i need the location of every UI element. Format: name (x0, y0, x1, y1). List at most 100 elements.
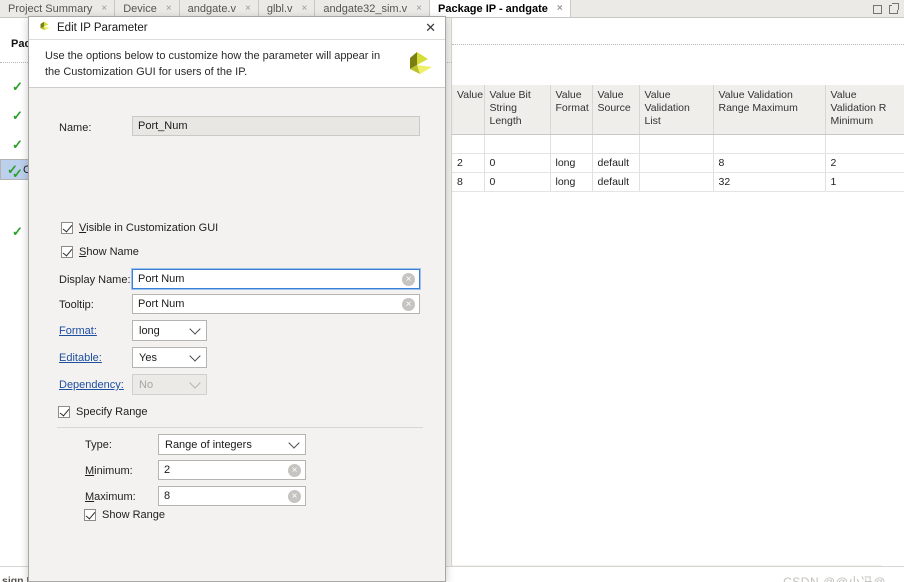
format-label-row[interactable]: Format: (59, 321, 97, 341)
checkbox-checked-icon[interactable] (58, 406, 70, 418)
editable-label-row[interactable]: Editable: (59, 348, 102, 368)
cell: default (592, 153, 640, 174)
cell (484, 134, 551, 155)
col-value-bit-string-length[interactable]: Value Bit String Length (484, 85, 551, 136)
tooltip-input[interactable]: Port Num × (132, 294, 420, 314)
cell: 32 (713, 172, 826, 193)
col-value-validation-list[interactable]: Value Validation List (639, 85, 714, 136)
table-header-row: Value Value Bit String Length Value Form… (452, 85, 904, 136)
format-value: long (139, 324, 160, 337)
tab-close-icon[interactable]: × (557, 3, 563, 14)
tab-close-icon[interactable]: × (101, 3, 107, 14)
cell (639, 172, 714, 193)
edit-ip-parameter-dialog: Edit IP Parameter ✕ Use the options belo… (28, 16, 446, 582)
table-row[interactable] (452, 134, 904, 155)
cell: 0 (484, 172, 551, 193)
float-window-icon[interactable] (889, 2, 899, 14)
cell: 8 (452, 172, 485, 193)
clear-icon[interactable]: × (288, 490, 301, 503)
dependency-label[interactable]: Dependency: (59, 379, 124, 391)
visible-in-gui-label: Visible in Customization GUI (79, 222, 219, 234)
checkbox-checked-icon[interactable] (84, 509, 96, 521)
parameters-table[interactable]: Value Value Bit String Length Value Form… (452, 85, 904, 193)
minimum-label: Minimum: (85, 465, 133, 477)
tab-label: Device (123, 2, 157, 15)
tooltip-value: Port Num (138, 298, 185, 310)
tab-label: andgate.v (187, 2, 236, 15)
chevron-down-icon[interactable] (189, 323, 201, 335)
dependency-label-row[interactable]: Dependency: (59, 375, 124, 395)
show-name-label-rest: how Name (86, 246, 139, 258)
tab-andgate-v[interactable]: andgate.v × (179, 0, 259, 17)
check-icon: ✓ (12, 78, 23, 94)
tab-package-ip-andgate[interactable]: Package IP - andgate × (430, 0, 571, 17)
show-range-checkbox[interactable]: Show Range (84, 509, 165, 521)
cell: 8 (713, 153, 826, 174)
checkbox-checked-icon[interactable] (61, 222, 73, 234)
tab-close-icon[interactable]: × (416, 3, 422, 14)
close-icon[interactable]: ✕ (425, 21, 436, 35)
type-value: Range of integers (165, 438, 252, 451)
name-label-row: Name: (59, 118, 91, 138)
tab-label: andgate32_sim.v (323, 2, 408, 15)
show-name-checkbox[interactable]: Show Name (61, 246, 139, 258)
clear-icon[interactable]: × (402, 298, 415, 311)
tab-close-icon[interactable]: × (302, 3, 308, 14)
table-row[interactable]: 8 0 long default 32 1 (452, 172, 904, 193)
clear-icon[interactable]: × (288, 464, 301, 477)
chevron-down-icon[interactable] (288, 437, 300, 449)
format-dropdown[interactable]: long (132, 320, 207, 341)
chevron-down-icon[interactable] (189, 350, 201, 362)
tab-project-summary[interactable]: Project Summary × (0, 0, 116, 17)
type-dropdown[interactable]: Range of integers (158, 434, 306, 455)
dependency-value: No (139, 378, 154, 391)
check-icon: ✓ (12, 136, 23, 152)
maximize-icon[interactable] (873, 4, 882, 14)
visible-in-gui-checkbox[interactable]: Visible in Customization GUI (61, 222, 218, 234)
editable-dropdown[interactable]: Yes (132, 347, 207, 368)
cell: long (550, 172, 593, 193)
specify-range-label: Specify Range (76, 406, 148, 418)
editable-label[interactable]: Editable: (59, 352, 102, 364)
minimum-label-row: Minimum: (85, 461, 133, 481)
col-value-source[interactable]: Value Source (592, 85, 640, 136)
minimum-input[interactable]: 2 × (158, 460, 306, 480)
name-value: Port_Num (138, 120, 188, 132)
cell: long (550, 153, 593, 174)
cell: 2 (452, 153, 485, 174)
dialog-body: Name: Port_Num Visible in Customization … (29, 88, 445, 581)
dialog-title: Edit IP Parameter (57, 22, 148, 34)
cell: 0 (484, 153, 551, 174)
check-icon: ✓ (12, 107, 23, 123)
col-value-validation-range-minimum[interactable]: Value Validation R Minimum (825, 85, 904, 136)
table-header-area (452, 18, 904, 85)
cell (639, 134, 714, 155)
vivado-logo (401, 48, 435, 82)
clear-icon[interactable]: × (402, 273, 415, 286)
tab-device[interactable]: Device × (115, 0, 180, 17)
cell (452, 134, 485, 155)
display-name-input[interactable]: Port Num × (131, 268, 421, 290)
specify-range-checkbox[interactable]: Specify Range (58, 406, 148, 418)
watermark-text: CSDN @@小冯@ (783, 575, 886, 582)
maximum-label-row: Maximum: (85, 487, 136, 507)
maximum-input[interactable]: 8 × (158, 486, 306, 506)
table-area-divider (452, 44, 904, 45)
cell (592, 134, 640, 155)
cell (639, 153, 714, 174)
col-value-validation-range-maximum[interactable]: Value Validation Range Maximum (713, 85, 826, 136)
col-value-format[interactable]: Value Format (550, 85, 593, 136)
show-range-label: Show Range (102, 509, 165, 521)
col-value[interactable]: Value (452, 85, 485, 136)
tab-andgate32-sim-v[interactable]: andgate32_sim.v × (315, 0, 430, 17)
format-label[interactable]: Format: (59, 325, 97, 337)
checkbox-checked-icon[interactable] (61, 246, 73, 258)
display-name-label-row: Display Name: (59, 270, 131, 290)
tab-close-icon[interactable]: × (245, 3, 251, 14)
vivado-icon (37, 20, 51, 37)
dialog-title-bar[interactable]: Edit IP Parameter ✕ (29, 17, 445, 40)
tab-close-icon[interactable]: × (166, 3, 172, 14)
check-icon: ✓ (12, 165, 23, 181)
table-row[interactable]: 2 0 long default 8 2 (452, 153, 904, 174)
tab-glbl-v[interactable]: glbl.v × (258, 0, 316, 17)
